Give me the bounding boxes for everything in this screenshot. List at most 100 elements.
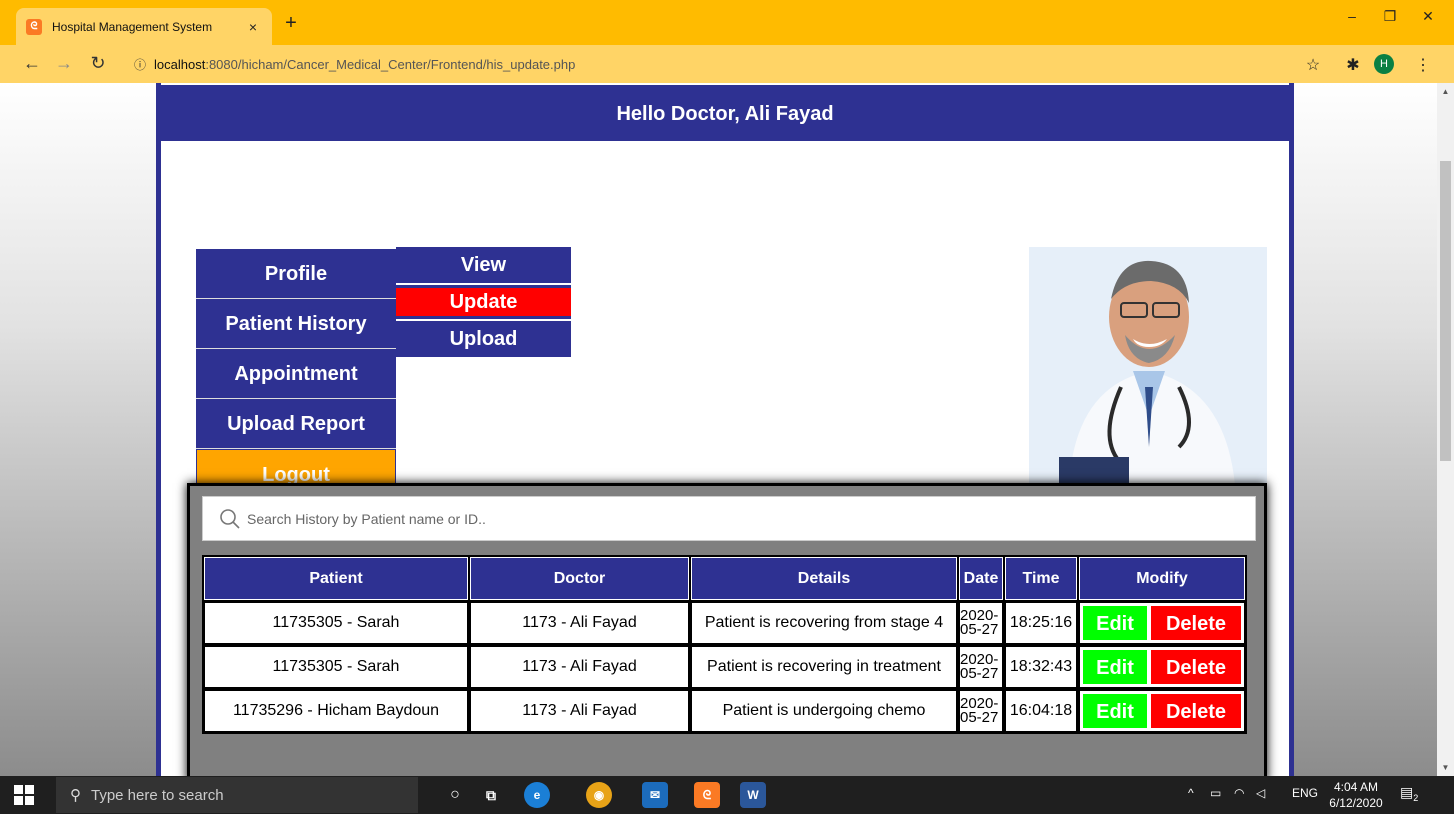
url-host: localhost <box>154 56 206 72</box>
cell-patient: 11735305 - Sarah <box>204 646 468 688</box>
cell-details: Patient is recovering in treatment <box>691 646 957 688</box>
cell-time: 18:32:43 <box>1005 646 1077 688</box>
delete-button[interactable]: Delete <box>1150 605 1242 641</box>
delete-button[interactable]: Delete <box>1150 693 1242 729</box>
tab-title: Hospital Management System <box>52 19 213 34</box>
language-indicator[interactable]: ENG <box>1292 786 1318 800</box>
cell-doctor: 1173 - Ali Fayad <box>470 690 689 732</box>
menu-item-upload-report[interactable]: Upload Report <box>196 399 396 449</box>
clock-date: 6/12/2020 <box>1329 796 1383 810</box>
cell-doctor: 1173 - Ali Fayad <box>470 602 689 644</box>
page-scrollbar[interactable]: ▲ ▼ <box>1437 83 1454 776</box>
edit-button[interactable]: Edit <box>1082 649 1148 685</box>
cell-modify: Edit Delete <box>1079 646 1245 688</box>
taskbar-clock[interactable]: 4:04 AM 6/12/2020 <box>1326 779 1386 811</box>
browser-tab-bar: ᘓ Hospital Management System × + – ❐ ✕ <box>0 0 1454 45</box>
clock-time: 4:04 AM <box>1333 780 1379 794</box>
search-icon: ⚲ <box>70 787 81 804</box>
minimize-button[interactable]: – <box>1338 8 1366 24</box>
page-container: Hello Doctor, Ali Fayad Profile Patient … <box>156 83 1294 776</box>
cell-patient: 11735305 - Sarah <box>204 602 468 644</box>
table-row: 11735305 - Sarah 1173 - Ali Fayad Patien… <box>204 646 1245 688</box>
search-icon <box>220 508 240 529</box>
volume-icon[interactable]: ◁ <box>1256 786 1265 800</box>
page-greeting: Hello Doctor, Ali Fayad <box>616 103 834 125</box>
browser-tab[interactable]: ᘓ Hospital Management System × <box>16 8 272 45</box>
cell-patient: 11735296 - Hicham Baydoun <box>204 690 468 732</box>
new-tab-button[interactable]: + <box>280 12 302 35</box>
edit-button[interactable]: Edit <box>1082 605 1148 641</box>
back-icon[interactable]: ← <box>20 53 44 74</box>
notification-center-icon[interactable]: ▤2 <box>1400 784 1422 806</box>
scroll-down-icon[interactable]: ▼ <box>1437 763 1454 772</box>
col-header-modify: Modify <box>1079 557 1245 600</box>
task-view-icon[interactable]: ⧉ <box>478 782 504 808</box>
main-menu: Profile Patient History Appointment Uplo… <box>196 249 396 499</box>
cell-time: 16:04:18 <box>1005 690 1077 732</box>
extensions-icon[interactable]: ✱ <box>1342 55 1364 75</box>
menu-item-profile[interactable]: Profile <box>196 249 396 299</box>
history-table: Patient Doctor Details Date Time Modify … <box>202 555 1247 734</box>
edit-button[interactable]: Edit <box>1082 693 1148 729</box>
word-icon[interactable]: W <box>740 782 766 808</box>
bookmark-star-icon[interactable]: ☆ <box>1302 55 1324 75</box>
submenu-item-update[interactable]: Update <box>396 285 571 319</box>
close-tab-icon[interactable]: × <box>244 19 262 35</box>
cortana-icon[interactable]: ○ <box>442 782 468 808</box>
cell-date: 2020-05-27 <box>959 602 1003 644</box>
notification-count: 2 <box>1413 792 1419 803</box>
table-row: 11735296 - Hicham Baydoun 1173 - Ali Fay… <box>204 690 1245 732</box>
xampp-icon[interactable]: ᘓ <box>694 782 720 808</box>
col-header-date: Date <box>959 557 1003 600</box>
taskbar-search[interactable]: ⚲ Type here to search <box>56 777 418 813</box>
scroll-up-icon[interactable]: ▲ <box>1437 87 1454 96</box>
site-info-icon[interactable]: ⓘ <box>134 56 146 73</box>
edge-icon[interactable]: e <box>524 782 550 808</box>
restore-button[interactable]: ❐ <box>1376 8 1404 25</box>
doctor-illustration <box>1029 247 1267 485</box>
menu-item-patient-history[interactable]: Patient History <box>196 299 396 349</box>
search-box[interactable] <box>202 496 1256 541</box>
submenu-item-upload[interactable]: Upload <box>396 321 571 357</box>
forward-icon[interactable]: → <box>52 53 76 74</box>
cell-modify: Edit Delete <box>1079 690 1245 732</box>
profile-avatar[interactable]: H <box>1374 54 1394 74</box>
col-header-patient: Patient <box>204 557 468 600</box>
windows-taskbar: ⚲ Type here to search ○ ⧉ e ◉ ✉ ᘓ W ^ ▭ … <box>0 776 1454 814</box>
col-header-doctor: Doctor <box>470 557 689 600</box>
cell-modify: Edit Delete <box>1079 602 1245 644</box>
scrollbar-thumb[interactable] <box>1440 161 1451 461</box>
mail-icon[interactable]: ✉ <box>642 782 668 808</box>
table-row: 11735305 - Sarah 1173 - Ali Fayad Patien… <box>204 602 1245 644</box>
cell-details: Patient is recovering from stage 4 <box>691 602 957 644</box>
page-viewport: Hello Doctor, Ali Fayad Profile Patient … <box>0 83 1437 776</box>
cell-details: Patient is undergoing chemo <box>691 690 957 732</box>
xampp-icon: ᘓ <box>26 18 42 35</box>
history-panel: Patient Doctor Details Date Time Modify … <box>187 483 1267 776</box>
header-top-strip <box>161 83 1289 85</box>
wifi-icon[interactable]: ◠ <box>1234 786 1244 800</box>
cell-time: 18:25:16 <box>1005 602 1077 644</box>
address-bar[interactable]: ⓘ localhost:8080/hicham/Cancer_Medical_C… <box>122 51 1282 77</box>
col-header-time: Time <box>1005 557 1077 600</box>
col-header-details: Details <box>691 557 957 600</box>
chrome-icon[interactable]: ◉ <box>586 782 612 808</box>
patient-history-submenu: View Update Upload <box>396 247 571 359</box>
delete-button[interactable]: Delete <box>1150 649 1242 685</box>
doctor-photo <box>1029 247 1267 485</box>
menu-item-appointment[interactable]: Appointment <box>196 349 396 399</box>
battery-icon[interactable]: ▭ <box>1210 786 1221 800</box>
table-header-row: Patient Doctor Details Date Time Modify <box>204 557 1245 600</box>
search-input[interactable] <box>247 510 1147 527</box>
tray-chevron-icon[interactable]: ^ <box>1188 786 1194 800</box>
submenu-item-view[interactable]: View <box>396 247 571 283</box>
cell-date: 2020-05-27 <box>959 646 1003 688</box>
close-window-button[interactable]: ✕ <box>1414 8 1442 25</box>
taskbar-search-placeholder: Type here to search <box>91 786 224 804</box>
windows-start-icon[interactable] <box>14 785 34 805</box>
page-content: Profile Patient History Appointment Uplo… <box>161 141 1289 776</box>
cell-date: 2020-05-27 <box>959 690 1003 732</box>
more-menu-icon[interactable]: ⋮ <box>1412 55 1434 75</box>
reload-icon[interactable]: ↻ <box>86 53 110 74</box>
url-path: :8080/hicham/Cancer_Medical_Center/Front… <box>205 56 576 72</box>
